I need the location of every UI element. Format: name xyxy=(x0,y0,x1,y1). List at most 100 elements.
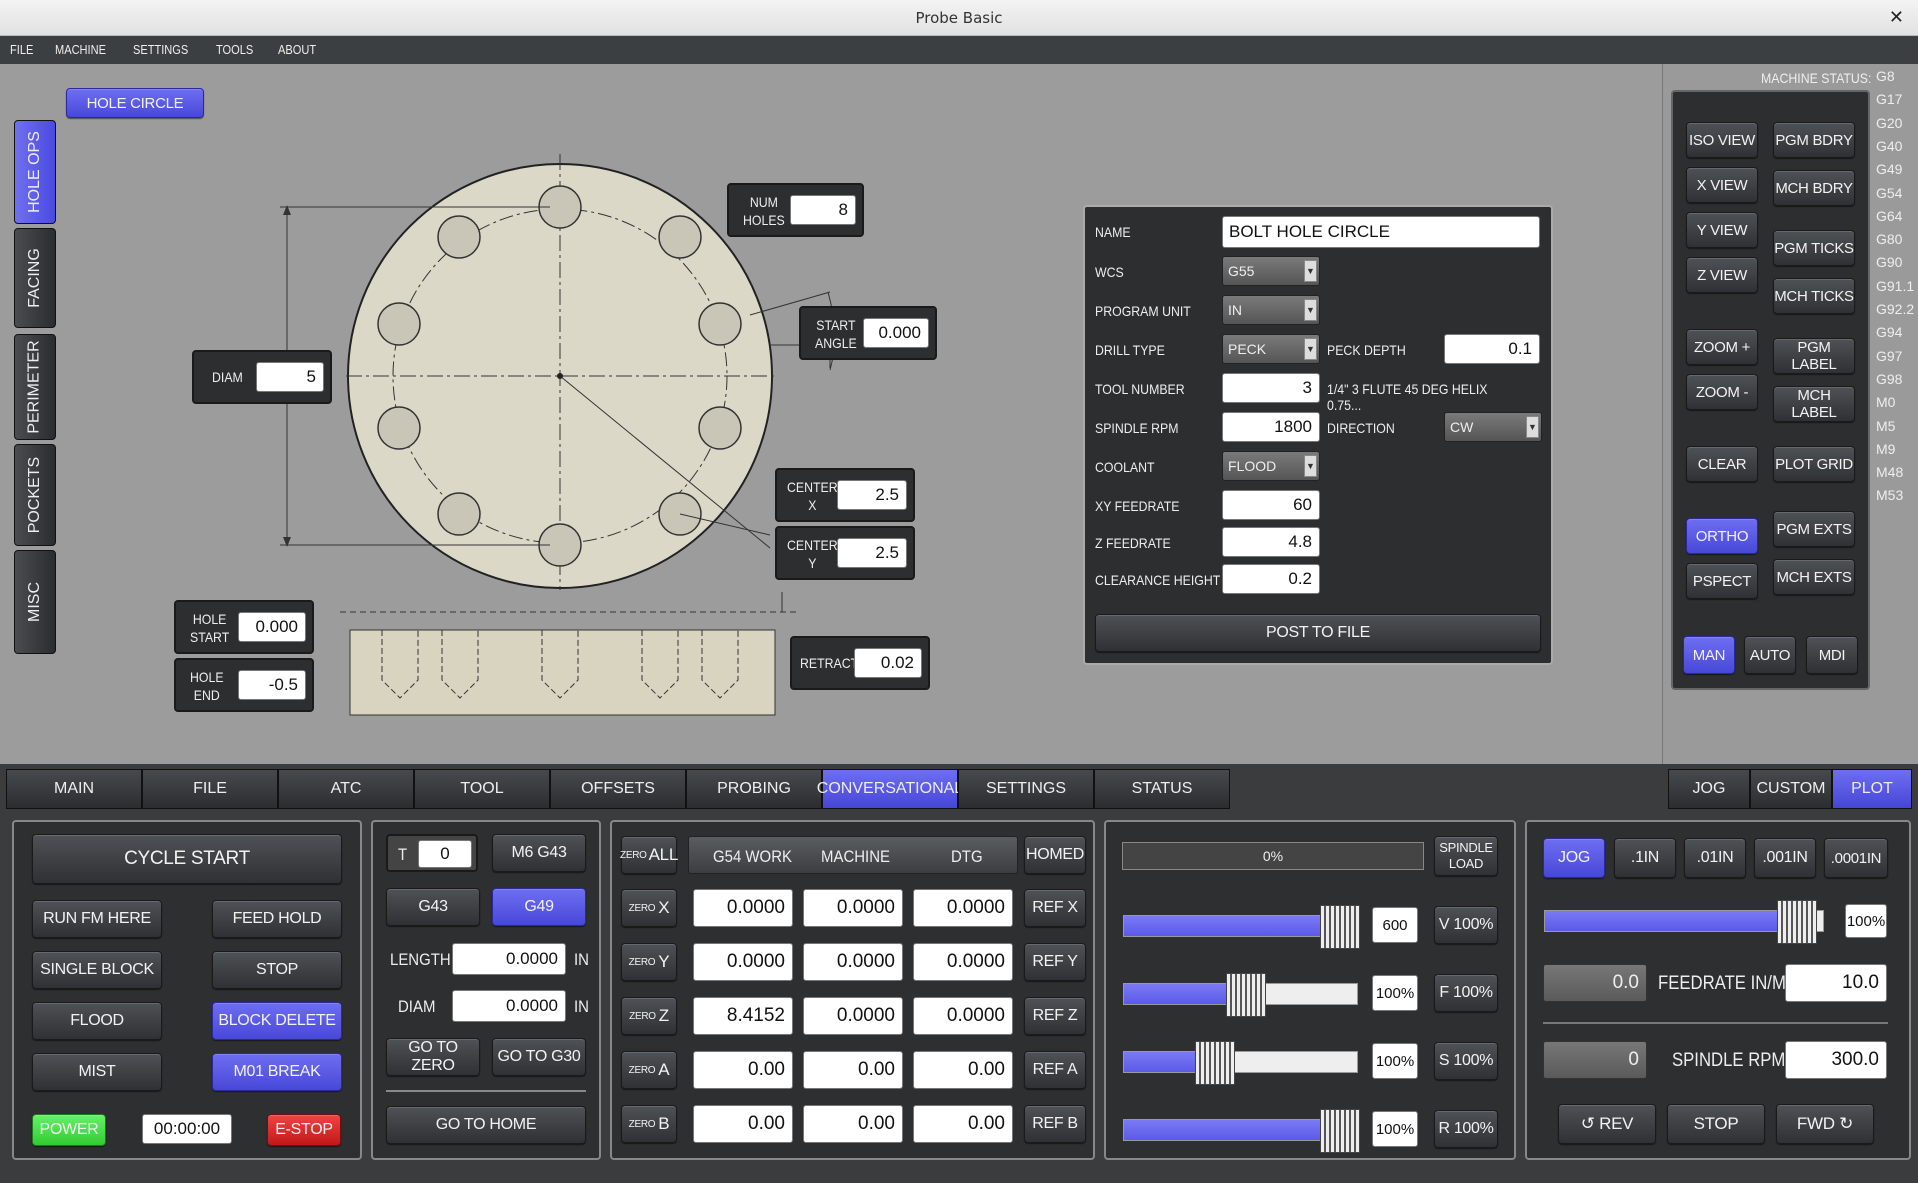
tab-custom[interactable]: CUSTOM xyxy=(1750,769,1832,809)
slider-handle[interactable] xyxy=(1319,1109,1360,1153)
zero-all-button[interactable]: ZERO ALL xyxy=(620,836,678,874)
tab-pockets[interactable]: POCKETS xyxy=(14,444,56,546)
ref-a-button[interactable]: REF A xyxy=(1024,1051,1086,1089)
slider-handle[interactable] xyxy=(1225,973,1266,1017)
tab-conversational[interactable]: CONVERSATIONAL xyxy=(817,769,963,809)
perspective-button[interactable]: PSPECT xyxy=(1686,563,1758,599)
r-override-reset-button[interactable]: R 100% xyxy=(1434,1110,1498,1148)
mch-bdry-button[interactable]: MCH BDRY xyxy=(1773,170,1855,206)
go-to-g30-button[interactable]: GO TO G30 xyxy=(492,1038,586,1076)
estop-button[interactable]: E-STOP xyxy=(267,1114,341,1146)
spindle-override-reset-button[interactable]: S 100% xyxy=(1434,1042,1498,1080)
zero-a-button[interactable]: ZERO A xyxy=(621,1051,677,1089)
homed-button[interactable]: HOMED xyxy=(1024,836,1086,874)
pgm-label-button[interactable]: PGM LABEL xyxy=(1773,338,1855,374)
spindle-rpm-input[interactable]: 1800 xyxy=(1222,412,1320,442)
iso-view-button[interactable]: ISO VIEW xyxy=(1686,122,1758,158)
direction-select[interactable]: CW ▼ xyxy=(1444,412,1542,442)
start-angle-input[interactable]: 0.000 xyxy=(863,318,929,348)
jog-mode-button[interactable]: JOG xyxy=(1543,838,1605,878)
zoom-out-button[interactable]: ZOOM - xyxy=(1686,374,1758,410)
peck-depth-input[interactable]: 0.1 xyxy=(1444,334,1540,364)
mch-ticks-button[interactable]: MCH TICKS xyxy=(1773,278,1855,314)
tool-diam-input[interactable]: 0.0000 xyxy=(452,990,566,1022)
manual-mode-button[interactable]: MAN xyxy=(1683,636,1735,674)
pgm-exts-button[interactable]: PGM EXTS xyxy=(1773,511,1855,547)
tab-file[interactable]: FILE xyxy=(142,769,278,809)
zero-y-button[interactable]: ZERO Y xyxy=(621,943,677,981)
single-block-button[interactable]: SINGLE BLOCK xyxy=(32,951,162,989)
tab-atc[interactable]: ATC xyxy=(278,769,414,809)
g49-button[interactable]: G49 xyxy=(492,888,586,926)
ref-b-button[interactable]: REF B xyxy=(1024,1105,1086,1143)
m6-g43-button[interactable]: M6 G43 xyxy=(492,834,586,872)
spindle-stop-button[interactable]: STOP xyxy=(1667,1104,1765,1144)
r-override-slider[interactable] xyxy=(1123,1109,1360,1153)
program-unit-select[interactable]: IN ▼ xyxy=(1222,295,1320,325)
m01-break-button[interactable]: M01 BREAK xyxy=(212,1053,342,1091)
name-input[interactable]: BOLT HOLE CIRCLE xyxy=(1222,216,1540,248)
center-y-input[interactable]: 2.5 xyxy=(837,538,907,568)
menu-tools[interactable]: TOOLS xyxy=(216,36,253,64)
spindle-override-slider[interactable] xyxy=(1123,1041,1358,1085)
pgm-ticks-button[interactable]: PGM TICKS xyxy=(1773,230,1855,266)
z-feedrate-input[interactable]: 4.8 xyxy=(1222,527,1320,557)
tab-main[interactable]: MAIN xyxy=(6,769,142,809)
stop-button[interactable]: STOP xyxy=(212,951,342,989)
post-to-file-button[interactable]: POST TO FILE xyxy=(1095,614,1541,652)
jog-inc-001-button[interactable]: .01IN xyxy=(1684,838,1746,878)
feed-override-slider[interactable] xyxy=(1123,973,1358,1017)
tab-tool[interactable]: TOOL xyxy=(414,769,550,809)
hole-start-input[interactable]: 0.000 xyxy=(238,612,306,642)
tab-jog[interactable]: JOG xyxy=(1668,769,1750,809)
clearance-height-input[interactable]: 0.2 xyxy=(1222,564,1320,594)
feed-set-input[interactable]: 10.0 xyxy=(1785,964,1887,1002)
jog-inc-0001-button[interactable]: .001IN xyxy=(1754,838,1816,878)
flood-button[interactable]: FLOOD xyxy=(32,1002,162,1040)
length-input[interactable]: 0.0000 xyxy=(452,943,566,975)
rapid-override-slider[interactable] xyxy=(1123,905,1360,949)
slider-handle[interactable] xyxy=(1195,1041,1236,1085)
rpm-set-input[interactable]: 300.0 xyxy=(1785,1041,1887,1079)
mdi-mode-button[interactable]: MDI xyxy=(1806,636,1858,674)
tab-plot[interactable]: PLOT xyxy=(1832,769,1912,809)
jog-speed-slider[interactable] xyxy=(1544,900,1824,944)
plot-grid-button[interactable]: PLOT GRID xyxy=(1773,446,1855,482)
rapid-override-reset-button[interactable]: V 100% xyxy=(1434,906,1498,944)
jog-inc-00001-button[interactable]: .0001IN xyxy=(1824,838,1888,878)
menu-settings[interactable]: SETTINGS xyxy=(133,36,188,64)
center-x-input[interactable]: 2.5 xyxy=(837,480,907,510)
tab-hole-ops[interactable]: HOLE OPS xyxy=(14,120,56,224)
y-view-button[interactable]: Y VIEW xyxy=(1686,212,1758,248)
zero-x-button[interactable]: ZERO X xyxy=(621,889,677,927)
num-holes-input[interactable]: 8 xyxy=(790,195,856,225)
mch-exts-button[interactable]: MCH EXTS xyxy=(1773,559,1855,595)
tool-number-input[interactable]: 3 xyxy=(1222,373,1320,403)
tool-input[interactable]: 0 xyxy=(418,840,472,868)
wcs-select[interactable]: G55 ▼ xyxy=(1222,256,1320,286)
tab-probing[interactable]: PROBING xyxy=(686,769,822,809)
auto-mode-button[interactable]: AUTO xyxy=(1744,636,1796,674)
retract-input[interactable]: 0.02 xyxy=(854,648,922,678)
run-from-here-button[interactable]: RUN FM HERE xyxy=(32,900,162,938)
jog-inc-01-button[interactable]: .1IN xyxy=(1614,838,1676,878)
x-view-button[interactable]: X VIEW xyxy=(1686,167,1758,203)
xy-feedrate-input[interactable]: 60 xyxy=(1222,490,1320,520)
cycle-start-button[interactable]: CYCLE START xyxy=(32,834,342,884)
mist-button[interactable]: MIST xyxy=(32,1053,162,1091)
slider-handle[interactable] xyxy=(1319,905,1360,949)
power-button[interactable]: POWER xyxy=(32,1114,106,1146)
tab-offsets[interactable]: OFFSETS xyxy=(550,769,686,809)
menu-about[interactable]: ABOUT xyxy=(278,36,316,64)
go-to-home-button[interactable]: GO TO HOME xyxy=(386,1106,586,1144)
clear-button[interactable]: CLEAR xyxy=(1686,446,1758,482)
block-delete-button[interactable]: BLOCK DELETE xyxy=(212,1002,342,1040)
drill-type-select[interactable]: PECK ▼ xyxy=(1222,334,1320,364)
feed-override-reset-button[interactable]: F 100% xyxy=(1434,974,1498,1012)
hole-end-input[interactable]: -0.5 xyxy=(238,670,306,700)
tab-misc[interactable]: MISC xyxy=(14,550,56,654)
ref-x-button[interactable]: REF X xyxy=(1024,889,1086,927)
hole-circle-button[interactable]: HOLE CIRCLE xyxy=(66,88,204,118)
zero-z-button[interactable]: ZERO Z xyxy=(621,997,677,1035)
zoom-in-button[interactable]: ZOOM + xyxy=(1686,329,1758,365)
